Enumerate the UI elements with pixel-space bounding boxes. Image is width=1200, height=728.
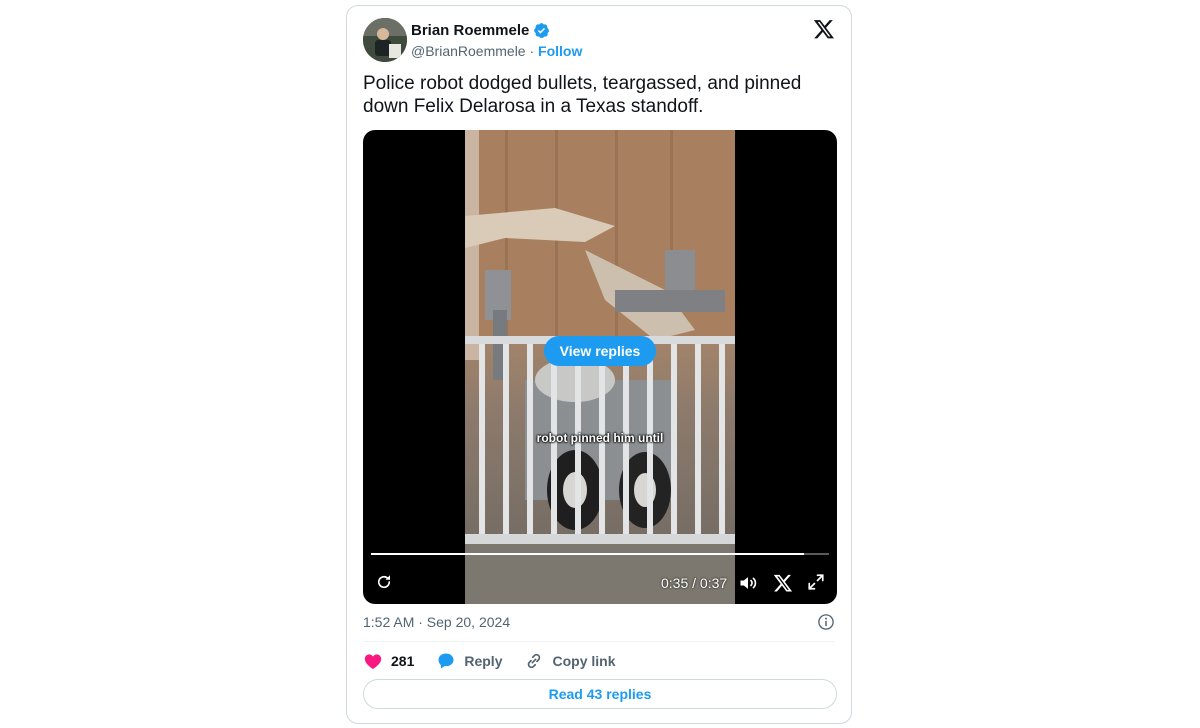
tweet-text: Police robot dodged bullets, teargassed,…	[363, 73, 802, 117]
video-frame[interactable]: robot pinned him until	[465, 130, 735, 604]
reply-bubble-icon	[438, 653, 454, 669]
video-scene	[465, 130, 735, 604]
author-name-row[interactable]: Brian Roemmele	[411, 22, 550, 39]
like-count: 281	[391, 653, 415, 669]
meta-separator: ·	[525, 43, 539, 59]
video-progress-bar[interactable]	[371, 553, 829, 555]
reply-label: Reply	[464, 653, 503, 669]
author-meta: @BrianRoemmele · Follow	[411, 43, 582, 59]
divider	[363, 641, 835, 642]
x-logo-icon[interactable]	[813, 18, 835, 40]
author-handle[interactable]: @BrianRoemmele	[411, 43, 526, 59]
tweet-card: Brian Roemmele @BrianRoemmele · Follow P…	[346, 5, 852, 724]
action-bar: 281 Reply Copy link	[363, 651, 638, 671]
x-video-logo-icon[interactable]	[773, 573, 793, 593]
verified-badge-icon	[534, 23, 550, 38]
reply-button[interactable]: Reply	[436, 651, 502, 671]
info-icon[interactable]	[817, 613, 835, 631]
read-replies-button[interactable]: Read 43 replies	[363, 679, 837, 709]
tweet-timestamp[interactable]: 1:52 AM · Sep 20, 2024	[363, 614, 510, 630]
like-button[interactable]: 281	[363, 651, 414, 671]
video-time: 0:35 / 0:37	[661, 575, 728, 591]
volume-icon[interactable]	[738, 573, 758, 593]
video-progress-fill	[371, 553, 805, 555]
link-icon	[528, 653, 541, 669]
view-replies-button[interactable]: View replies	[544, 336, 656, 366]
copy-link-label: Copy link	[552, 653, 616, 669]
heart-icon	[364, 654, 382, 669]
follow-button[interactable]: Follow	[538, 43, 582, 59]
video-caption: robot pinned him until	[536, 431, 664, 445]
avatar[interactable]	[363, 18, 407, 62]
video-player[interactable]: robot pinned him until View replies 0:35…	[363, 130, 837, 604]
copy-link-button[interactable]: Copy link	[524, 651, 616, 671]
replay-icon[interactable]	[375, 573, 393, 591]
fullscreen-icon[interactable]	[807, 573, 825, 591]
author-name[interactable]: Brian Roemmele	[411, 22, 529, 39]
